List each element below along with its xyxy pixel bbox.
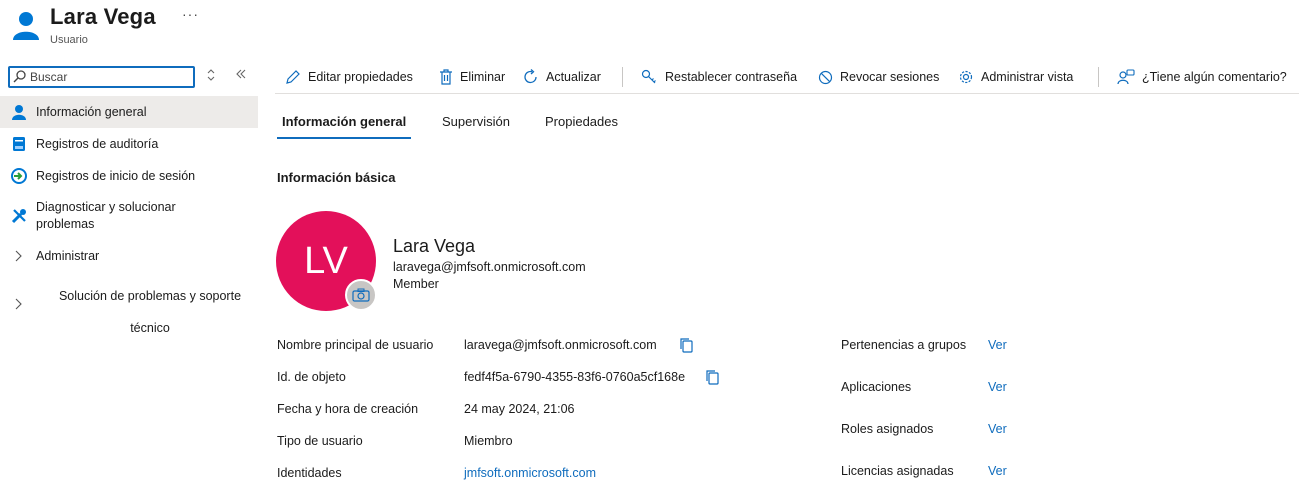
property-label-user-type: Tipo de usuario [277, 434, 363, 448]
search-input[interactable] [30, 69, 190, 85]
property-label-identities: Identidades [277, 466, 342, 480]
view-applications-link[interactable]: Ver [988, 380, 1007, 394]
profile-name: Lara Vega [393, 236, 476, 256]
profile-email: laravega@jmfsoft.onmicrosoft.com [393, 260, 586, 274]
related-label-groups: Pertenencias a grupos [841, 338, 967, 352]
tab-monitoring[interactable]: Supervisión [442, 114, 510, 137]
copy-icon[interactable] [678, 337, 694, 353]
property-label-created: Fecha y hora de creación [277, 402, 419, 416]
user-icon [13, 12, 39, 40]
sidebar-item-label: Diagnosticar y solucionar problemas [36, 200, 176, 231]
sidebar-item-overview[interactable]: Información general [0, 96, 258, 128]
copy-icon[interactable] [704, 369, 720, 385]
tab-overview[interactable]: Información general [277, 114, 412, 139]
sidebar-item-label: Registros de auditoría [36, 137, 159, 151]
page-title: Lara Vega [50, 4, 156, 29]
revoke-sessions-button[interactable]: Revocar sesiones [818, 66, 939, 88]
gear-icon [959, 70, 973, 84]
property-value-user-type: Miembro [464, 434, 513, 448]
sort-button[interactable] [203, 68, 219, 84]
reset-password-button[interactable]: Restablecer contraseña [641, 66, 797, 88]
toolbar-divider [1098, 67, 1099, 87]
edit-properties-button[interactable]: Editar propiedades [285, 66, 413, 88]
refresh-button[interactable]: Actualizar [523, 66, 601, 88]
sidebar-item-sign-in-logs[interactable]: Registros de inicio de sesión [0, 160, 258, 192]
sidebar: Información general Registros de auditor… [0, 60, 258, 492]
sort-icon [207, 69, 215, 81]
more-options-button[interactable]: ··· [182, 6, 199, 22]
refresh-icon [524, 69, 537, 84]
search-box[interactable] [8, 66, 195, 88]
property-value-created: 24 may 2024, 21:06 [464, 402, 575, 416]
property-label-upn: Nombre principal de usuario [277, 338, 434, 352]
change-photo-button[interactable] [345, 279, 377, 311]
chevron-right-icon [15, 250, 22, 262]
view-groups-link[interactable]: Ver [988, 338, 1007, 352]
manage-view-button[interactable]: Administrar vista [958, 66, 1073, 88]
related-label-roles: Roles asignados [841, 422, 934, 436]
chevron-right-icon [15, 298, 22, 310]
user-icon [10, 103, 28, 121]
sidebar-item-audit-logs[interactable]: Registros de auditoría [0, 128, 258, 160]
identities-link[interactable]: jmfsoft.onmicrosoft.com [464, 466, 596, 480]
related-label-applications: Aplicaciones [841, 380, 912, 394]
property-value-upn: laravega@jmfsoft.onmicrosoft.com [464, 338, 657, 352]
page-header: Lara Vega Usuario ··· [0, 0, 1299, 56]
sidebar-item-diagnose[interactable]: Diagnosticar y solucionar problemas [0, 192, 258, 236]
section-title: Información básica [277, 170, 396, 185]
sign-in-log-icon [10, 167, 28, 185]
search-icon [13, 70, 26, 83]
collapse-sidebar-button[interactable] [233, 68, 249, 84]
key-icon [641, 69, 656, 84]
double-chevron-left-icon [236, 69, 246, 79]
related-label-licenses: Licencias asignadas [841, 464, 954, 478]
command-bar: Editar propiedades Eliminar Actualizar R… [275, 62, 1299, 94]
sidebar-item-label: Información general [36, 105, 147, 119]
page-subtitle: Usuario [50, 34, 88, 46]
sidebar-item-troubleshoot[interactable]: Solución de problemas y soporte técnico [0, 274, 258, 335]
property-value-object-id: fedf4f5a-6790-4355-83f6-0760a5cf168e [464, 370, 686, 384]
audit-log-icon [10, 135, 28, 153]
avatar-initials: LV [304, 239, 348, 282]
block-icon [818, 70, 833, 84]
view-licenses-link[interactable]: Ver [988, 464, 1007, 478]
pencil-icon [286, 70, 300, 84]
sidebar-item-label: Solución de problemas y soporte técnico [58, 289, 242, 335]
toolbar-divider [622, 67, 623, 87]
property-label-object-id: Id. de objeto [277, 370, 346, 384]
camera-icon [352, 288, 370, 302]
tab-properties[interactable]: Propiedades [545, 114, 618, 137]
sidebar-item-manage[interactable]: Administrar [0, 240, 258, 272]
feedback-icon [1117, 69, 1135, 85]
sidebar-item-label: Administrar [36, 249, 100, 263]
profile-member-type: Member [393, 277, 439, 291]
wrench-icon [10, 207, 28, 225]
delete-button[interactable]: Eliminar [439, 66, 505, 88]
sidebar-item-label: Registros de inicio de sesión [36, 169, 196, 183]
trash-icon [440, 69, 452, 85]
view-roles-link[interactable]: Ver [988, 422, 1007, 436]
feedback-button[interactable]: ¿Tiene algún comentario? [1117, 66, 1287, 88]
